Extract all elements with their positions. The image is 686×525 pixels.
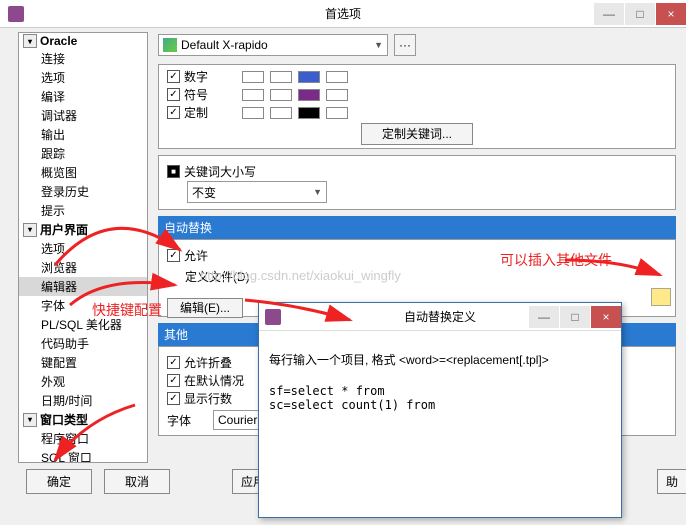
- more-button[interactable]: ···: [394, 34, 416, 56]
- tree-item[interactable]: 调试器: [19, 106, 147, 125]
- ok-button[interactable]: 确定: [26, 469, 92, 494]
- maximize-button[interactable]: □: [625, 3, 655, 25]
- tree-item[interactable]: 程序窗口: [19, 429, 147, 448]
- tree-item[interactable]: 代码助手: [19, 334, 147, 353]
- custom-keyword-button[interactable]: 定制关键词...: [361, 123, 473, 145]
- tree-item[interactable]: 输出: [19, 125, 147, 144]
- color-swatch[interactable]: [326, 107, 348, 119]
- checkbox-lines[interactable]: ✓: [167, 392, 180, 405]
- color-swatch[interactable]: [326, 89, 348, 101]
- close-button[interactable]: ×: [656, 3, 686, 25]
- checkbox-number[interactable]: ✓: [167, 70, 180, 83]
- folder-icon[interactable]: [651, 288, 671, 306]
- color-swatch[interactable]: [270, 71, 292, 83]
- color-swatch[interactable]: [242, 89, 264, 101]
- color-swatch[interactable]: [298, 71, 320, 83]
- chevron-down-icon: ▼: [374, 40, 383, 50]
- tree-item[interactable]: 外观: [19, 372, 147, 391]
- help-button[interactable]: 助: [657, 469, 686, 494]
- cancel-button[interactable]: 取消: [104, 469, 170, 494]
- modal-minimize[interactable]: —: [529, 306, 559, 328]
- tree-item[interactable]: 字体: [19, 296, 147, 315]
- profile-icon: [163, 38, 177, 52]
- tree-item-editor[interactable]: 编辑器: [19, 277, 147, 296]
- watermark: http://blog.csdn.net/xiaokui_wingfly: [200, 268, 401, 283]
- checkbox-fold[interactable]: ✓: [167, 356, 180, 369]
- keyword-case-combo[interactable]: 不变▼: [187, 181, 327, 203]
- tree-cat-ui[interactable]: ▾用户界面: [19, 220, 147, 239]
- edit-button[interactable]: 编辑(E)...: [167, 298, 243, 318]
- tree-item[interactable]: 概览图: [19, 163, 147, 182]
- checkbox-symbol[interactable]: ✓: [167, 88, 180, 101]
- tree-cat-windowtype[interactable]: ▾窗口类型: [19, 410, 147, 429]
- tree-item[interactable]: 选项: [19, 239, 147, 258]
- color-swatch[interactable]: [298, 89, 320, 101]
- tree-cat-oracle[interactable]: ▾Oracle: [19, 33, 147, 49]
- tree-item[interactable]: 跟踪: [19, 144, 147, 163]
- modal-close[interactable]: ×: [591, 306, 621, 328]
- category-tree[interactable]: ▾Oracle 连接 选项 编译 调试器 输出 跟踪 概览图 登录历史 提示 ▾…: [18, 32, 148, 463]
- app-icon: [265, 309, 281, 325]
- collapse-icon[interactable]: ▾: [23, 223, 37, 237]
- modal-titlebar: 自动替换定义 — □ ×: [259, 303, 621, 331]
- profile-combo[interactable]: Default X-rapido ▼: [158, 34, 388, 56]
- tree-item[interactable]: 连接: [19, 49, 147, 68]
- auto-replace-header: 自动替换: [158, 216, 676, 239]
- modal-maximize[interactable]: □: [560, 306, 590, 328]
- auto-replace-definition-dialog: 自动替换定义 — □ × 每行输入一个项目, 格式 <word>=<replac…: [258, 302, 622, 518]
- tree-item[interactable]: PL/SQL 美化器: [19, 315, 147, 334]
- color-swatch[interactable]: [270, 107, 292, 119]
- definition-textarea[interactable]: sf=select * from sc=select count(1) from: [269, 384, 611, 412]
- color-swatch[interactable]: [298, 107, 320, 119]
- color-swatch[interactable]: [242, 107, 264, 119]
- modal-hint: 每行输入一个项目, 格式 <word>=<replacement[.tpl]>: [269, 351, 611, 368]
- checkbox-custom[interactable]: ✓: [167, 106, 180, 119]
- tree-item[interactable]: SQL 窗口: [19, 448, 147, 463]
- tree-item[interactable]: 选项: [19, 68, 147, 87]
- section-bullet: ■: [167, 165, 180, 178]
- window-title: 首选项: [325, 5, 361, 22]
- window-titlebar: 首选项 — □ ×: [0, 0, 686, 28]
- tree-item[interactable]: 浏览器: [19, 258, 147, 277]
- window-buttons: — □ ×: [593, 3, 686, 25]
- color-swatch[interactable]: [270, 89, 292, 101]
- tree-item[interactable]: 登录历史: [19, 182, 147, 201]
- checkbox-allow[interactable]: ✓: [167, 249, 180, 262]
- tree-item[interactable]: 日期/时间: [19, 391, 147, 410]
- checkbox-default[interactable]: ✓: [167, 374, 180, 387]
- app-icon: [8, 6, 24, 22]
- tree-item[interactable]: 提示: [19, 201, 147, 220]
- chevron-down-icon: ▼: [313, 187, 322, 197]
- color-swatch[interactable]: [242, 71, 264, 83]
- tree-item-keyconfig[interactable]: 键配置: [19, 353, 147, 372]
- collapse-icon[interactable]: ▾: [23, 413, 37, 427]
- collapse-icon[interactable]: ▾: [23, 34, 37, 48]
- tree-item[interactable]: 编译: [19, 87, 147, 106]
- minimize-button[interactable]: —: [594, 3, 624, 25]
- color-swatch[interactable]: [326, 71, 348, 83]
